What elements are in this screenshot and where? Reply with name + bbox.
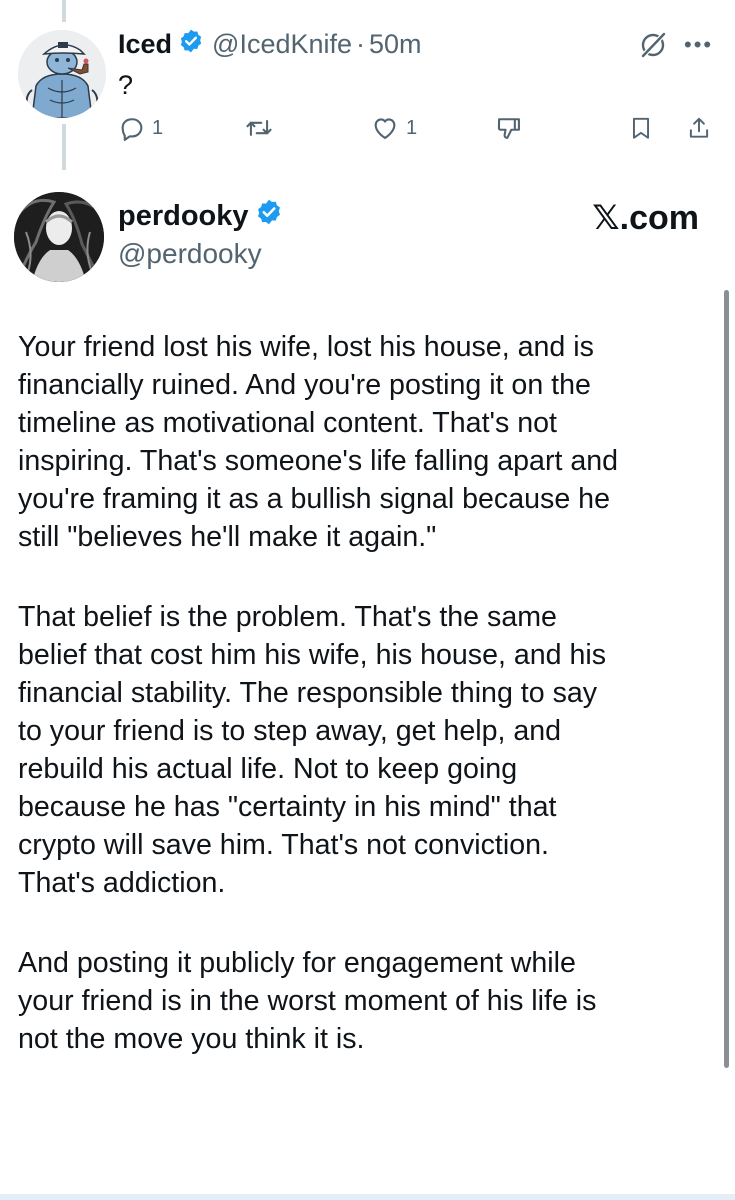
post-header: perdooky: [118, 198, 283, 234]
x-com-watermark: 𝕏.com: [592, 199, 699, 237]
iced-avatar-image: [18, 30, 106, 118]
post-text-line: financial stability. The responsible thi…: [18, 677, 598, 709]
post-body: Your friend lost his wife, lost his hous…: [18, 328, 718, 1100]
verified-badge-icon: [178, 28, 204, 61]
reply-header: Iced @IcedKnife · 50m: [118, 24, 422, 64]
post-text-line: rebuild his actual life. Not to keep goi…: [18, 753, 518, 785]
post-text-line: That's addiction.: [18, 867, 226, 899]
post-text-line: That belief is the problem. That's the s…: [18, 601, 557, 633]
bottom-divider: [0, 1194, 735, 1200]
grok-icon[interactable]: [638, 30, 668, 65]
like-button[interactable]: 1: [370, 114, 417, 142]
post-paragraph: And posting it publicly for engagement w…: [18, 944, 718, 1058]
reply-count: 1: [152, 116, 164, 139]
post-text-line: your friend is in the worst moment of hi…: [18, 985, 597, 1017]
perdooky-avatar-image: [14, 192, 104, 282]
post-text-line: Your friend lost his wife, lost his hous…: [18, 331, 594, 363]
post-display-name[interactable]: perdooky: [118, 200, 249, 233]
post-text-line: still "believes he'll make it again.": [18, 521, 437, 553]
bookmark-icon: [632, 117, 650, 139]
retweet-button[interactable]: [244, 114, 280, 142]
post-text-line: to your friend is to step away, get help…: [18, 715, 562, 747]
post-text-line: inspiring. That's someone's life falling…: [18, 445, 619, 477]
post-text-line: because he has "certainty in his mind" t…: [18, 791, 557, 823]
scrollbar[interactable]: [724, 290, 729, 1068]
thread-connector-line: [62, 124, 66, 170]
reply-icon: [121, 118, 143, 141]
reply-display-name[interactable]: Iced: [118, 29, 172, 60]
post-text-line: And posting it publicly for engagement w…: [18, 947, 576, 979]
iced-avatar[interactable]: [18, 30, 106, 118]
separator-dot: ·: [356, 28, 366, 59]
retweet-icon: [246, 120, 272, 136]
dislike-button[interactable]: [494, 114, 524, 142]
reply-button[interactable]: 1: [118, 114, 163, 142]
post-paragraph: Your friend lost his wife, lost his hous…: [18, 328, 718, 556]
post-paragraph: That belief is the problem. That's the s…: [18, 598, 718, 902]
reply-timestamp[interactable]: 50m: [369, 29, 422, 60]
perdooky-avatar[interactable]: [14, 192, 104, 282]
verified-badge-icon: [255, 198, 283, 234]
heart-icon: [374, 118, 396, 139]
post-text-line: crypto will save him. That's not convict…: [18, 829, 549, 861]
more-icon[interactable]: •••: [684, 34, 713, 56]
post-handle[interactable]: @perdooky: [118, 238, 262, 270]
thread-connector-line: [62, 0, 66, 22]
share-icon: [689, 117, 709, 138]
post-text-line: not the move you think it is.: [18, 1023, 365, 1055]
reply-text: ?: [118, 70, 134, 100]
post-text-line: belief that cost him his wife, his house…: [18, 639, 607, 671]
post-text-line: you're framing it as a bullish signal be…: [18, 483, 610, 515]
share-button[interactable]: [686, 114, 712, 142]
like-count: 1: [406, 116, 418, 139]
tweet-screenshot: Iced @IcedKnife · 50m ••• ? 1 1 perdooky…: [0, 0, 735, 1200]
bookmark-button[interactable]: [628, 114, 654, 142]
reply-handle[interactable]: @IcedKnife: [212, 29, 352, 60]
thumbs-down-icon: [497, 118, 520, 139]
post-text-line: financially ruined. And you're posting i…: [18, 369, 591, 401]
post-text-line: timeline as motivational content. That's…: [18, 407, 557, 439]
